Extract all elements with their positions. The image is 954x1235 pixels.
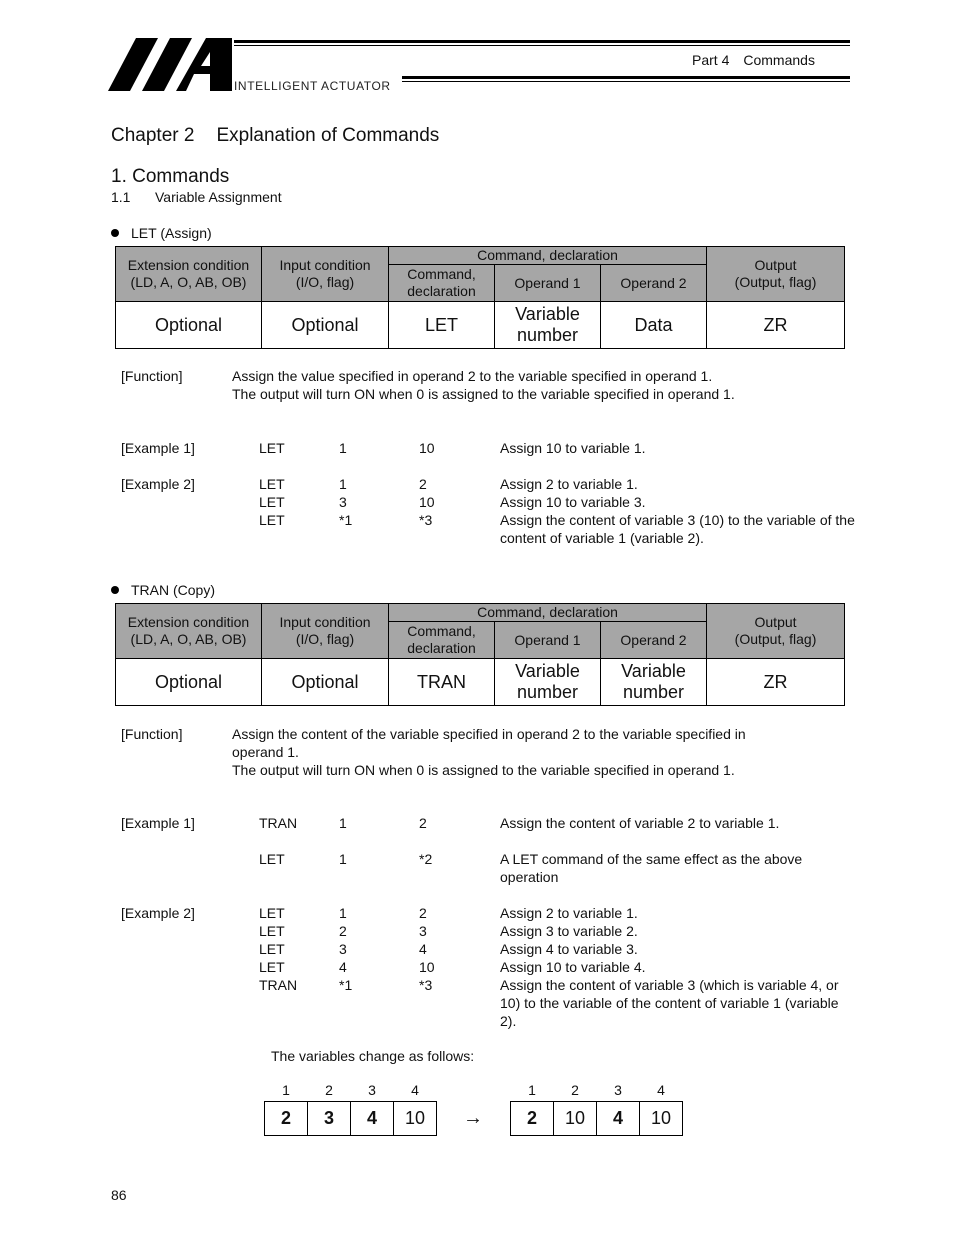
part-number: Part 4 bbox=[692, 52, 730, 68]
cell-input: Optional bbox=[261, 301, 389, 349]
variable-cell: 34 bbox=[350, 1082, 393, 1135]
header-operand-2: Operand 2 bbox=[599, 264, 708, 302]
command-bullet: TRAN (Copy) bbox=[111, 582, 215, 598]
header-rule bbox=[402, 76, 850, 79]
running-header: Part 4 Commands bbox=[692, 52, 815, 68]
variable-index: 2 bbox=[571, 1082, 579, 1098]
cell-output: ZR bbox=[706, 301, 846, 349]
chapter-heading: Chapter 2 Explanation of Commands bbox=[111, 125, 439, 147]
variable-cell: 4 10 bbox=[393, 1082, 436, 1135]
header-operand-1: Operand 1 bbox=[494, 621, 601, 659]
cell-extension: Optional bbox=[115, 301, 262, 349]
header-rule bbox=[402, 81, 850, 82]
header-extension-condition: Extension condition (LD, A, O, AB, OB) bbox=[115, 246, 262, 302]
function-label: [Function] bbox=[121, 726, 183, 742]
variable-cell: 23 bbox=[307, 1082, 350, 1135]
function-description: Assign the value specified in operand 2 … bbox=[232, 368, 735, 402]
example-label: [Example 2] bbox=[121, 905, 195, 921]
variables-caption: The variables change as follows: bbox=[271, 1048, 475, 1064]
variable-cell: 12 bbox=[265, 1082, 307, 1135]
function-label: [Function] bbox=[121, 368, 183, 384]
variables-after: 12 2 10 34 4 10 bbox=[510, 1082, 683, 1136]
header-input-condition: Input condition (I/O, flag) bbox=[261, 603, 389, 659]
header-rule bbox=[234, 40, 850, 43]
chapter-number: Chapter 2 bbox=[111, 125, 195, 146]
header-rule bbox=[234, 45, 850, 46]
header-command-group: Command, declaration bbox=[387, 246, 708, 265]
cell-extension: Optional bbox=[115, 658, 262, 706]
header-command-group: Command, declaration bbox=[387, 603, 708, 622]
bullet-label: LET (Assign) bbox=[131, 225, 212, 241]
cell-operand-1: Variable number bbox=[494, 658, 601, 706]
header-output: Output (Output, flag) bbox=[706, 246, 846, 302]
variables-before: 12 23 34 4 10 bbox=[264, 1082, 437, 1136]
variable-cell: 2 10 bbox=[553, 1082, 596, 1135]
subsection-number: 1.1 bbox=[111, 189, 131, 205]
cell-command: LET bbox=[388, 301, 495, 349]
header-operand-2: Operand 2 bbox=[599, 621, 708, 659]
cell-operand-2: Data bbox=[599, 301, 708, 349]
variable-index: 3 bbox=[368, 1082, 376, 1098]
cell-output: ZR bbox=[706, 658, 846, 706]
variable-cell: 12 bbox=[511, 1082, 553, 1135]
let-spec-table: Extension condition (LD, A, O, AB, OB) In… bbox=[115, 246, 846, 349]
right-arrow-icon: → bbox=[463, 1107, 483, 1129]
variable-index: 4 bbox=[657, 1082, 665, 1098]
function-description: Assign the content of the variable speci… bbox=[232, 726, 746, 778]
bullet-icon bbox=[111, 229, 119, 237]
tran-spec-table: Extension condition (LD, A, O, AB, OB) In… bbox=[115, 603, 846, 706]
variable-index: 2 bbox=[325, 1082, 333, 1098]
section-heading: 1. Commands bbox=[111, 166, 230, 187]
page-number: 86 bbox=[111, 1187, 127, 1203]
cell-command: TRAN bbox=[388, 658, 495, 706]
variable-index: 1 bbox=[282, 1082, 290, 1098]
header-extension-condition: Extension condition (LD, A, O, AB, OB) bbox=[115, 603, 262, 659]
header-operand-1: Operand 1 bbox=[494, 264, 601, 302]
logo-text: INTELLIGENT ACTUATOR bbox=[234, 79, 391, 93]
bullet-icon bbox=[111, 586, 119, 594]
subsection-title: Variable Assignment bbox=[155, 189, 282, 205]
bullet-label: TRAN (Copy) bbox=[131, 582, 216, 598]
cell-input: Optional bbox=[261, 658, 389, 706]
variable-cell: 4 10 bbox=[639, 1082, 682, 1135]
variable-index: 3 bbox=[614, 1082, 622, 1098]
example-label: [Example 1] bbox=[121, 440, 195, 456]
header-output: Output (Output, flag) bbox=[706, 603, 846, 659]
header-command: Command, declaration bbox=[388, 621, 495, 659]
variable-index: 1 bbox=[528, 1082, 536, 1098]
cell-operand-1: Variable number bbox=[494, 301, 601, 349]
header-command: Command, declaration bbox=[388, 264, 495, 302]
iai-logo bbox=[108, 38, 232, 91]
part-title: Commands bbox=[743, 52, 815, 68]
variable-cell: 34 bbox=[596, 1082, 639, 1135]
chapter-title: Explanation of Commands bbox=[216, 125, 440, 146]
example-label: [Example 1] bbox=[121, 815, 195, 831]
cell-operand-2: Variable number bbox=[599, 658, 708, 706]
subsection-heading: 1.1 Variable Assignment bbox=[111, 189, 282, 205]
variable-index: 4 bbox=[411, 1082, 419, 1098]
example-label: [Example 2] bbox=[121, 476, 195, 492]
header-input-condition: Input condition (I/O, flag) bbox=[261, 246, 389, 302]
command-bullet: LET (Assign) bbox=[111, 225, 212, 241]
